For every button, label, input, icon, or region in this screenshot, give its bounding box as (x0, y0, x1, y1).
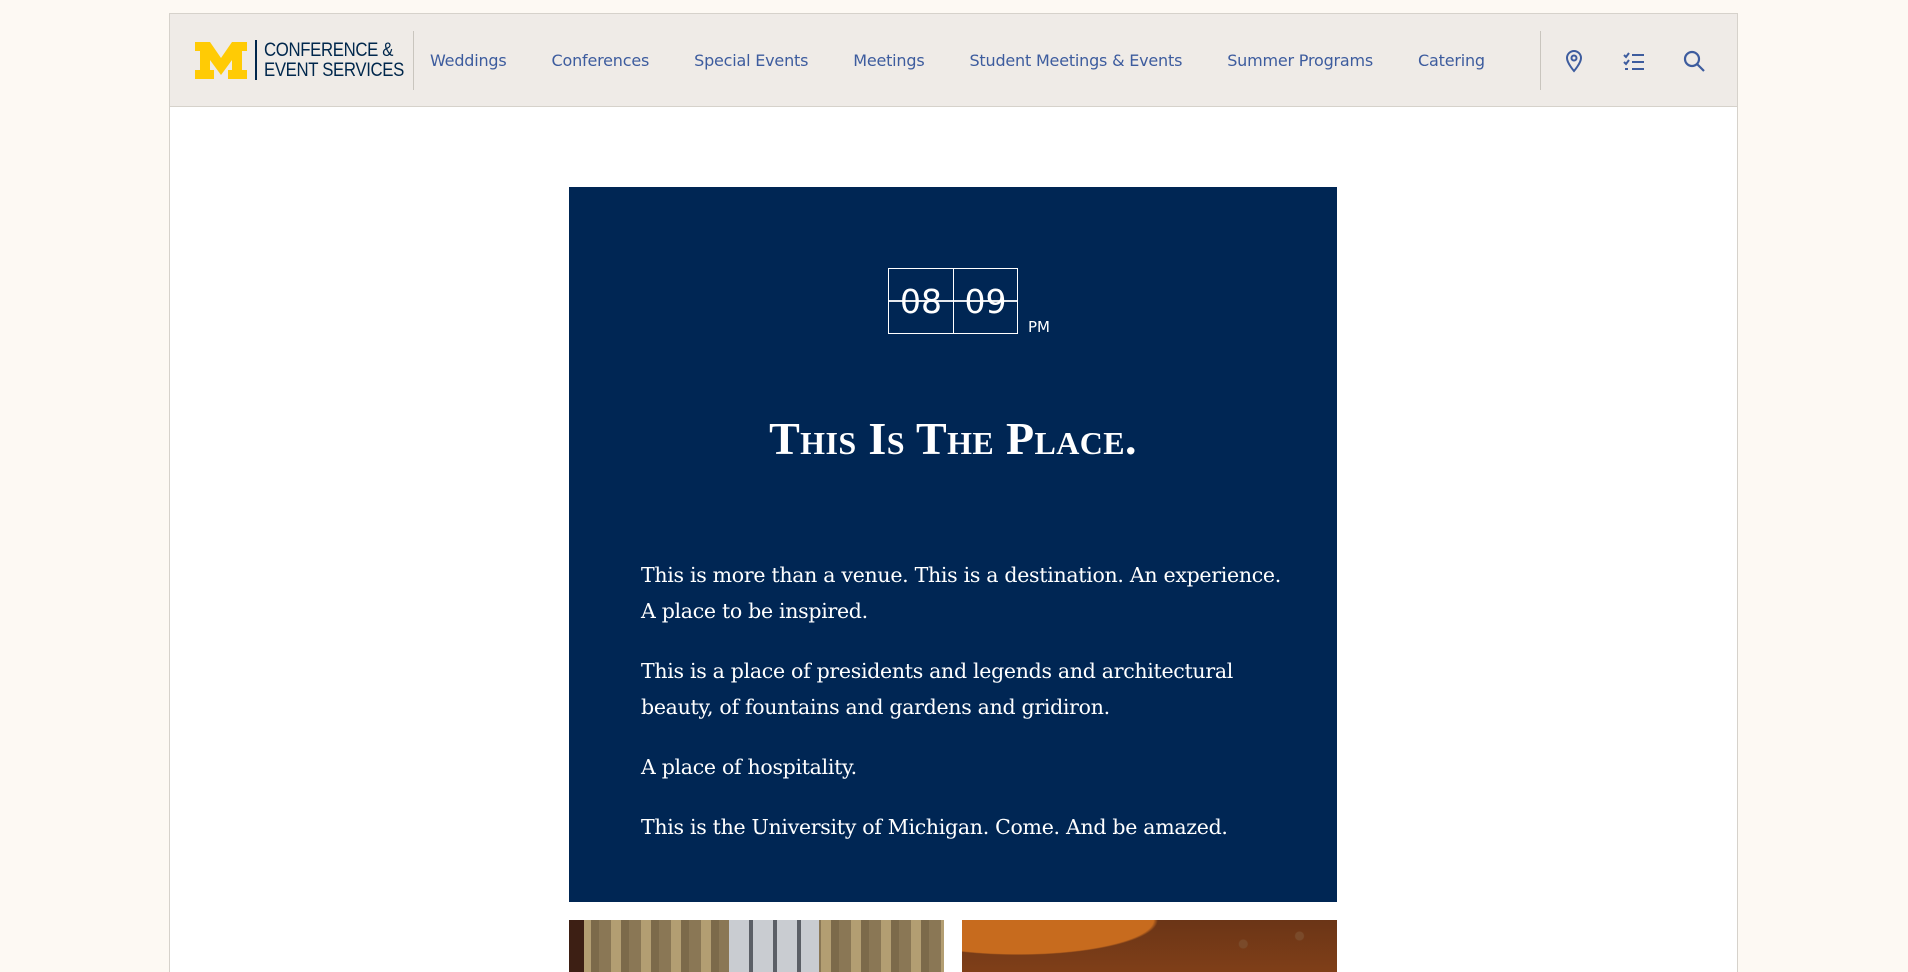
logo-line-2: EVENT SERVICES (264, 59, 404, 81)
hero-panel: 08 09 PM This Is The Place. This is more… (569, 187, 1337, 902)
nav-weddings[interactable]: Weddings (430, 51, 507, 70)
logo-text: CONFERENCE & EVENT SERVICES (264, 40, 404, 80)
photo-row (569, 920, 1337, 972)
nav-summer-programs[interactable]: Summer Programs (1227, 51, 1373, 70)
header-divider-right (1540, 31, 1541, 90)
logo-line-1: CONFERENCE & (264, 39, 394, 61)
hero-paragraph: This is the University of Michigan. Come… (641, 815, 1228, 839)
venue-photo-window-room[interactable] (569, 920, 944, 972)
site-logo[interactable]: CONFERENCE & EVENT SERVICES (195, 39, 427, 81)
checklist-icon[interactable] (1622, 49, 1646, 73)
block-m-logo (195, 41, 247, 79)
header-icons (1562, 14, 1706, 107)
hero-paragraph: A place of hospitality. (641, 755, 857, 779)
venue-photo-ballroom[interactable] (962, 920, 1337, 972)
hero-body: This is more than a venue. This is a des… (641, 557, 1281, 869)
flip-clock: 08 09 PM (888, 268, 1050, 336)
nav-conferences[interactable]: Conferences (552, 51, 650, 70)
clock-box: 08 09 (888, 268, 1018, 334)
main-nav: Weddings Conferences Special Events Meet… (430, 14, 1485, 107)
page-frame: CONFERENCE & EVENT SERVICES Weddings Con… (169, 13, 1738, 972)
hero-paragraph: This is more than a venue. This is a des… (641, 563, 1281, 623)
nav-student-meetings-events[interactable]: Student Meetings & Events (969, 51, 1182, 70)
nav-catering[interactable]: Catering (1418, 51, 1485, 70)
clock-ampm: PM (1028, 318, 1050, 336)
clock-hours: 08 (900, 281, 942, 321)
hero-title: This Is The Place. (769, 413, 1137, 464)
search-icon[interactable] (1682, 49, 1706, 73)
site-header: CONFERENCE & EVENT SERVICES Weddings Con… (170, 14, 1737, 107)
logo-divider (255, 40, 257, 80)
clock-minutes: 09 (953, 269, 1017, 333)
header-divider-left (413, 31, 414, 90)
location-pin-icon[interactable] (1562, 49, 1586, 73)
nav-special-events[interactable]: Special Events (694, 51, 808, 70)
window-detail (729, 920, 819, 972)
hero-paragraph: This is a place of presidents and legend… (641, 659, 1234, 719)
nav-meetings[interactable]: Meetings (853, 51, 924, 70)
